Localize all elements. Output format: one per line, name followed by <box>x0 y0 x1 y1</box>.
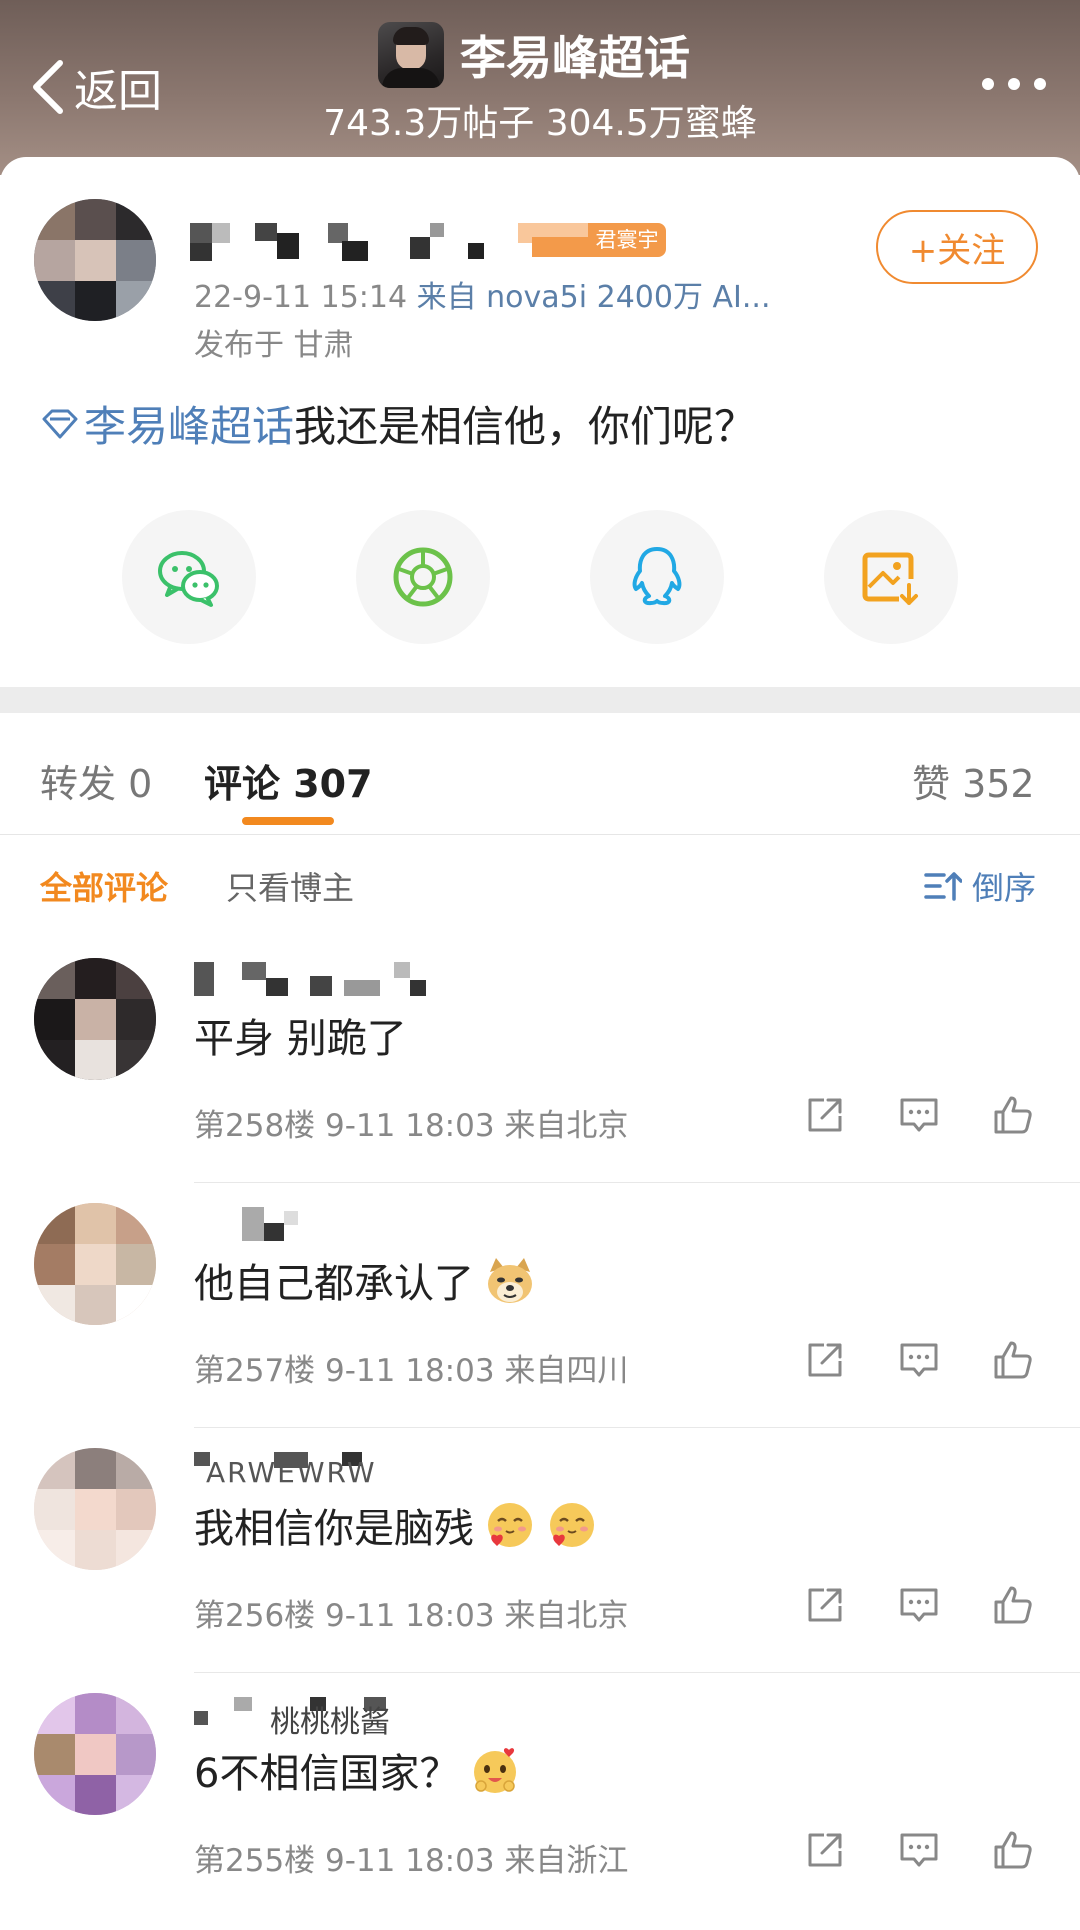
author-name-redacted[interactable] <box>190 223 490 263</box>
tab-comments[interactable]: 评论 307 <box>204 753 373 808</box>
comment-divider <box>194 1672 1080 1673</box>
active-tab-indicator <box>242 817 334 825</box>
fan-badge: 君寰宇 <box>518 223 666 257</box>
reply-icon[interactable] <box>898 1584 940 1626</box>
comment-body: 6不相信国家？ <box>194 1751 460 1797</box>
sort-icon <box>924 872 962 901</box>
post-location: 发布于 甘肃 <box>194 328 354 363</box>
tab-likes[interactable]: 赞 352 <box>912 753 1035 808</box>
comment-body: 他自己都承认了 <box>194 1261 474 1307</box>
post-tabs: 转发 0 评论 307 赞 352 <box>0 713 1080 835</box>
comment-actions <box>804 1094 1034 1136</box>
reply-icon[interactable] <box>898 1829 940 1871</box>
like-icon[interactable] <box>992 1829 1034 1871</box>
commenter-avatar[interactable] <box>34 1448 156 1570</box>
author-avatar[interactable] <box>34 199 156 321</box>
comment-text: 我相信你是脑残 <box>194 1496 598 1554</box>
share-moments-button[interactable] <box>356 510 490 644</box>
tab-reposts[interactable]: 转发 0 <box>40 753 152 808</box>
qq-icon <box>632 547 682 606</box>
share-icon[interactable] <box>804 1584 846 1626</box>
commenter-name-redacted[interactable] <box>194 962 494 998</box>
commenter-avatar[interactable] <box>34 1203 156 1325</box>
love-emoji-icon <box>488 1503 532 1547</box>
commenter-name[interactable]: 桃桃桃酱 <box>194 1697 494 1740</box>
like-icon[interactable] <box>992 1339 1034 1381</box>
share-icon[interactable] <box>804 1339 846 1381</box>
comment-filter-row: 全部评论 只看博主 倒序 <box>0 835 1080 935</box>
share-icon[interactable] <box>804 1829 846 1871</box>
reply-icon[interactable] <box>898 1339 940 1381</box>
more-dot <box>1008 78 1020 90</box>
post-card: 君寰宇 +关注 22-9-11 15:14 来自 nova5i 2400万 AI… <box>0 157 1080 687</box>
comment-item: 桃桃桃酱 6不相信国家？ 第255楼 9-11 18:03 来自浙江 <box>0 1685 1080 1930</box>
save-image-icon <box>862 552 918 605</box>
cute-emoji-icon <box>474 1748 517 1793</box>
commenter-name-redacted[interactable] <box>194 1207 494 1243</box>
share-row <box>0 510 1080 646</box>
supertopic-title-row[interactable]: 李易峰超话 <box>378 22 690 88</box>
comment-divider <box>194 1427 1080 1428</box>
save-image-button[interactable] <box>824 510 958 644</box>
comment-text: 平身 别跪了 <box>194 1006 407 1064</box>
moments-icon <box>393 547 453 607</box>
more-dot <box>982 78 994 90</box>
comment-actions <box>804 1339 1034 1381</box>
share-qq-button[interactable] <box>590 510 724 644</box>
commenter-name-text: 桃桃桃酱 <box>270 1705 390 1740</box>
supertopic-avatar <box>378 22 444 88</box>
follow-button[interactable]: +关注 <box>876 210 1038 284</box>
commenter-name-text: ARWEWRW <box>206 1456 377 1489</box>
comment-body: 平身 别跪了 <box>194 1016 407 1062</box>
comment-meta: 第257楼 9-11 18:03 来自四川 <box>194 1353 629 1389</box>
comment-body: 我相信你是脑残 <box>194 1506 474 1552</box>
share-icon[interactable] <box>804 1094 846 1136</box>
comment-meta: 第258楼 9-11 18:03 来自北京 <box>194 1108 629 1144</box>
comment-meta: 第256楼 9-11 18:03 来自北京 <box>194 1598 629 1634</box>
supertopic-diamond-icon <box>42 409 78 438</box>
page-title: 李易峰超话 <box>460 31 690 85</box>
commenter-avatar[interactable] <box>34 1693 156 1815</box>
post-text: 我还是相信他，你们呢？ <box>294 402 757 451</box>
fan-badge-label: 君寰宇 <box>588 223 666 257</box>
supertopic-stats: 743.3万帖子 304.5万蜜蜂 <box>323 103 757 144</box>
comment-meta: 第255楼 9-11 18:03 来自浙江 <box>194 1843 629 1879</box>
like-icon[interactable] <box>992 1094 1034 1136</box>
doge-emoji-icon <box>488 1258 532 1303</box>
section-divider <box>0 687 1080 713</box>
comment-divider <box>194 1182 1080 1183</box>
reply-icon[interactable] <box>898 1094 940 1136</box>
sort-button[interactable]: 倒序 <box>924 863 1036 909</box>
comment-actions <box>804 1829 1034 1871</box>
post-source[interactable]: 来自 nova5i 2400万 AI... <box>417 280 771 315</box>
commenter-name[interactable]: ARWEWRW <box>194 1452 494 1489</box>
supertopic-link[interactable]: 李易峰超话 <box>84 393 294 454</box>
comment-actions <box>804 1584 1034 1626</box>
comment-text: 他自己都承认了 <box>194 1251 536 1309</box>
sort-label: 倒序 <box>972 869 1037 907</box>
comment-item: ARWEWRW 我相信你是脑残 第256楼 9-11 18:03 来自北京 <box>0 1440 1080 1685</box>
more-dot <box>1034 78 1046 90</box>
share-wechat-button[interactable] <box>122 510 256 644</box>
love-emoji-icon <box>550 1503 594 1547</box>
comment-item: 他自己都承认了 第257楼 9-11 18:03 来自四川 <box>0 1195 1080 1440</box>
post-meta: 22-9-11 15:14 来自 nova5i 2400万 AI... <box>194 272 771 316</box>
post-time: 22-9-11 15:14 <box>194 280 408 315</box>
like-icon[interactable] <box>992 1584 1034 1626</box>
wechat-icon <box>158 551 219 607</box>
commenter-avatar[interactable] <box>34 958 156 1080</box>
comment-text: 6不相信国家？ <box>194 1741 521 1799</box>
filter-all-comments[interactable]: 全部评论 <box>40 863 168 909</box>
top-bar: 返回 李易峰超话 743.3万帖子 304.5万蜜蜂 <box>0 0 1080 175</box>
comment-item: 平身 别跪了 第258楼 9-11 18:03 来自北京 <box>0 950 1080 1195</box>
more-options-button[interactable] <box>982 78 1046 90</box>
filter-author-only[interactable]: 只看博主 <box>226 863 354 909</box>
post-body: 李易峰超话 我还是相信他，你们呢？ <box>40 393 756 454</box>
